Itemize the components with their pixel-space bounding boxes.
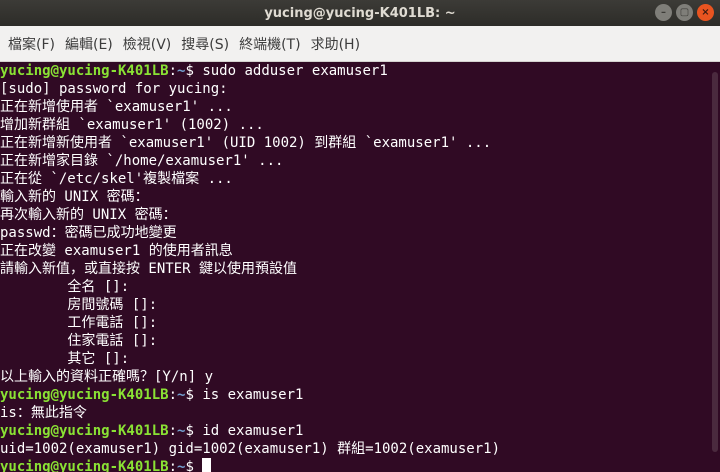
- output-line: 正在從 `/etc/skel'複製檔案 ...: [0, 171, 233, 187]
- prompt-symbol: $: [185, 423, 203, 439]
- prompt-separator: :: [168, 387, 178, 403]
- command-text: is examuser1: [202, 387, 304, 403]
- menu-terminal[interactable]: 終端機(T): [235, 34, 304, 54]
- prompt-symbol: $: [185, 63, 203, 79]
- text-cursor: [202, 458, 212, 472]
- output-line: 其它 []:: [0, 351, 130, 367]
- prompt-user-host: yucing@yucing-K401LB: [0, 387, 169, 403]
- prompt-user-host: yucing@yucing-K401LB: [0, 459, 169, 472]
- output-line: 增加新群組 `examuser1' (1002) ...: [0, 117, 264, 133]
- prompt-user-host: yucing@yucing-K401LB: [0, 63, 169, 79]
- output-line: 工作電話 []:: [0, 315, 158, 331]
- close-button[interactable]: ×: [697, 4, 714, 21]
- output-line: 正在新增家目錄 `/home/examuser1' ...: [0, 153, 284, 169]
- menu-view[interactable]: 檢視(V): [119, 34, 176, 54]
- output-line: 以上輸入的資料正確嗎？[Y/n] y: [0, 369, 214, 385]
- prompt-line: yucing@yucing-K401LB:~$ id examuser1: [0, 422, 710, 440]
- menu-help[interactable]: 求助(H): [307, 34, 364, 54]
- command-text: sudo adduser examuser1: [202, 63, 388, 79]
- title-bar[interactable]: yucing@yucing-K401LB: ~ – ▢ ×: [0, 0, 720, 26]
- window-title: yucing@yucing-K401LB: ~: [264, 5, 456, 21]
- output-line: 正在新增新使用者 `examuser1' (UID 1002) 到群組 `exa…: [0, 135, 492, 151]
- prompt-user-host: yucing@yucing-K401LB: [0, 423, 169, 439]
- terminal-output[interactable]: yucing@yucing-K401LB:~$ sudo adduser exa…: [0, 62, 710, 472]
- output-line: [sudo] password for yucing:: [0, 81, 228, 97]
- minimize-button[interactable]: –: [655, 4, 672, 21]
- menu-file[interactable]: 檔案(F): [4, 34, 59, 54]
- output-line: 再次輸入新的 UNIX 密碼：: [0, 207, 177, 223]
- menu-search[interactable]: 搜尋(S): [177, 34, 233, 54]
- prompt-line: yucing@yucing-K401LB:~$ sudo adduser exa…: [0, 62, 710, 80]
- terminal-window: yucing@yucing-K401LB: ~ – ▢ × 檔案(F) 編輯(E…: [0, 0, 720, 472]
- output-line: 全名 []:: [0, 279, 130, 295]
- output-line: 請輸入新值，或直接按 ENTER 鍵以使用預設值: [0, 261, 297, 277]
- output-line: 房間號碼 []:: [0, 297, 158, 313]
- scrollbar-thumb[interactable]: [712, 72, 718, 452]
- prompt-separator: :: [168, 459, 178, 472]
- output-line: 住家電話 []:: [0, 333, 158, 349]
- prompt-line: yucing@yucing-K401LB:~$ is examuser1: [0, 386, 710, 404]
- menu-edit[interactable]: 編輯(E): [61, 34, 117, 54]
- prompt-separator: :: [168, 423, 178, 439]
- output-line: uid=1002(examuser1) gid=1002(examuser1) …: [0, 441, 501, 457]
- prompt-symbol: $: [185, 387, 203, 403]
- prompt-line: yucing@yucing-K401LB:~$: [0, 458, 710, 472]
- output-line: is：無此指令: [0, 405, 87, 421]
- prompt-symbol: $: [185, 459, 203, 472]
- output-line: 正在改變 examuser1 的使用者訊息: [0, 243, 233, 259]
- output-line: passwd：密碼已成功地變更: [0, 225, 177, 241]
- prompt-separator: :: [168, 63, 178, 79]
- window-controls: – ▢ ×: [655, 4, 714, 21]
- maximize-button[interactable]: ▢: [676, 4, 693, 21]
- command-text: id examuser1: [202, 423, 304, 439]
- menu-bar: 檔案(F) 編輯(E) 檢視(V) 搜尋(S) 終端機(T) 求助(H): [0, 26, 720, 62]
- scrollbar[interactable]: [710, 62, 720, 472]
- output-line: 輸入新的 UNIX 密碼：: [0, 189, 149, 205]
- output-line: 正在新增使用者 `examuser1' ...: [0, 99, 233, 115]
